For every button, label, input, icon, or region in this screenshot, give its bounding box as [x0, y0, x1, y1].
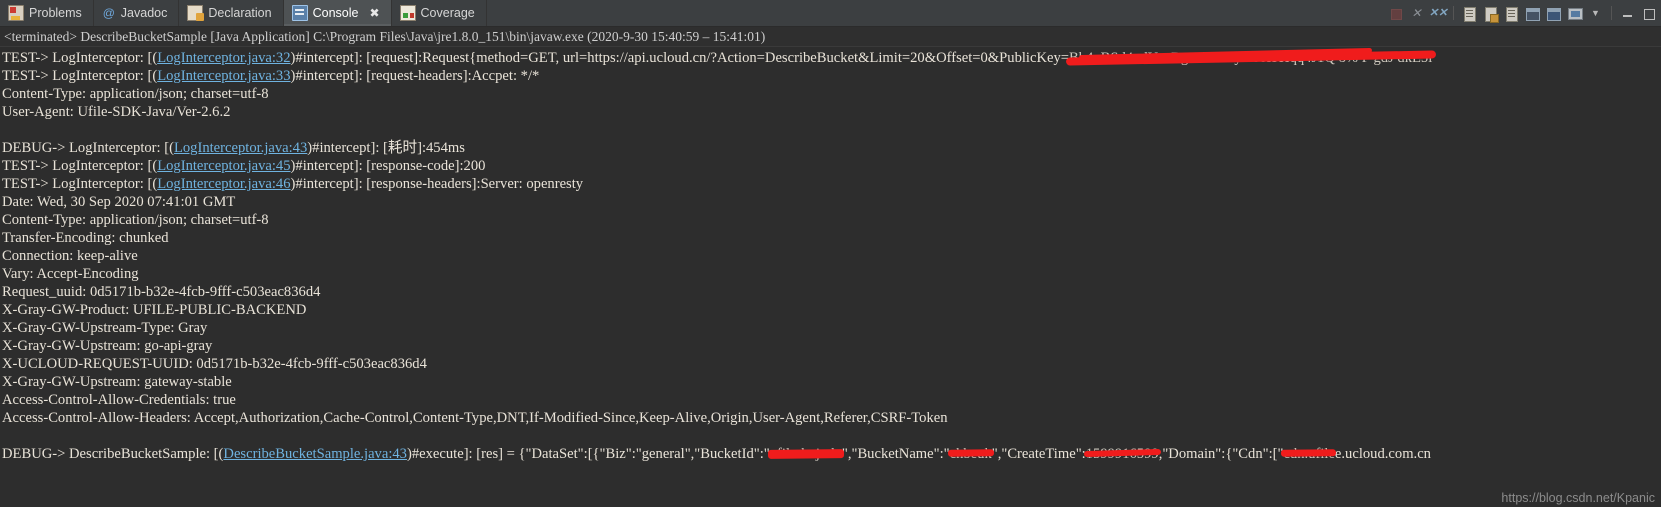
remove-launch-button[interactable]: ✕ — [1408, 5, 1425, 22]
console-line: Date: Wed, 30 Sep 2020 07:41:01 GMT — [2, 194, 236, 210]
console-line: User-Agent: Ufile-SDK-Java/Ver-2.6.2 — [2, 104, 231, 120]
tab-javadoc-label: Javadoc — [120, 6, 168, 20]
line-text: TEST-> LogInterceptor: [( — [2, 50, 158, 66]
stack-link[interactable]: LogInterceptor.java:32 — [157, 50, 290, 66]
pin-console-button[interactable] — [1524, 5, 1541, 22]
console-line: Content-Type: application/json; charset=… — [2, 86, 269, 102]
line-text: )#intercept]: [耗时]:454ms — [307, 140, 465, 156]
line-text: )#execute]: [res] = {"DataSet":[{"Biz":"… — [406, 446, 770, 462]
display-selected-console-button[interactable] — [1545, 5, 1562, 22]
console-line: Content-Type: application/json; charset=… — [2, 212, 269, 228]
watermark: https://blog.csdn.net/Kpanic — [1501, 491, 1655, 505]
maximize-button[interactable] — [1640, 5, 1657, 22]
terminated-process-status: <terminated> DescribeBucketSample [Java … — [0, 27, 1661, 47]
console-line: TEST-> LogInterceptor: [(LogInterceptor.… — [2, 49, 1661, 67]
console-line: Vary: Accept-Encoding — [2, 266, 139, 282]
console-line: DEBUG-> DescribeBucketSample: [(Describe… — [2, 445, 1661, 463]
redacted-cdn-domain: cdn.ufile — [1283, 446, 1335, 462]
console-line: Access-Control-Allow-Credentials: true — [2, 392, 236, 408]
clear-console-button[interactable] — [1461, 5, 1478, 22]
line-text: )#intercept]: [request-headers]:Accpet: … — [290, 68, 540, 84]
console-line: Transfer-Encoding: chunked — [2, 230, 169, 246]
line-text: TEST-> LogInterceptor: [( — [2, 176, 158, 192]
line-text: DEBUG-> DescribeBucketSample: [( — [2, 446, 224, 462]
console-line: TEST-> LogInterceptor: [(LogInterceptor.… — [2, 157, 1661, 175]
stack-link[interactable]: LogInterceptor.java:46 — [157, 176, 290, 192]
open-console-button[interactable] — [1566, 5, 1583, 22]
redacted-create-time: 1599916599 — [1085, 446, 1159, 462]
tab-coverage-label: Coverage — [420, 6, 475, 20]
line-text: TEST-> LogInterceptor: [( — [2, 158, 158, 174]
console-line: TEST-> LogInterceptor: [(LogInterceptor.… — [2, 175, 1661, 193]
eclipse-console-view: Problems @ Javadoc Declaration Console ✖… — [0, 0, 1661, 507]
redacted-bucket-id: ufile-bnjudn — [769, 446, 842, 462]
toolbar-separator-2 — [1611, 6, 1612, 20]
line-text: DEBUG-> LogInterceptor: [( — [2, 140, 174, 156]
line-text: )#intercept]: [response-headers]:Server:… — [290, 176, 584, 192]
scroll-lock-button[interactable] — [1482, 5, 1499, 23]
console-line: X-Gray-GW-Product: UFILE-PUBLIC-BACKEND — [2, 302, 307, 318]
console-line: X-Gray-GW-Upstream-Type: Gray — [2, 320, 208, 336]
tab-console[interactable]: Console ✖ — [283, 0, 392, 26]
console-line: X-Gray-GW-Upstream: go-api-gray — [2, 338, 213, 354]
tab-bar-filler — [487, 0, 1387, 26]
line-text: ","BucketName":" — [841, 446, 950, 462]
stack-link[interactable]: LogInterceptor.java:45 — [157, 158, 290, 174]
tab-problems-label: Problems — [29, 6, 82, 20]
line-text: ","CreateTime": — [991, 446, 1086, 462]
line-text: )#intercept]: [response-code]:200 — [290, 158, 486, 174]
close-icon[interactable]: ✖ — [369, 7, 379, 19]
line-text: )#intercept]: [request]:Request{method=G… — [290, 50, 1069, 66]
console-line: Request_uuid: 0d5171b-b32e-4fcb-9fff-c50… — [2, 284, 321, 300]
redacted-public-key: Bb4uBSd4odYsnRgn4l0BKyOoolSHqq4J1Q 8% F … — [1069, 50, 1433, 66]
tab-console-label: Console — [312, 6, 359, 20]
minimize-button[interactable] — [1619, 5, 1636, 22]
stack-link[interactable]: LogInterceptor.java:43 — [174, 140, 307, 156]
stack-link[interactable]: DescribeBucketSample.java:43 — [223, 446, 407, 462]
console-line: DEBUG-> LogInterceptor: [(LogInterceptor… — [2, 139, 1661, 157]
line-text: ,"Domain":{"Cdn":[" — [1158, 446, 1284, 462]
terminate-button[interactable] — [1387, 5, 1404, 22]
console-toolbar: ✕ ✕✕ ▼ — [1387, 0, 1661, 26]
tab-declaration-label: Declaration — [208, 6, 272, 20]
tab-coverage[interactable]: Coverage — [392, 0, 487, 26]
tab-problems[interactable]: Problems — [0, 0, 94, 26]
line-text: TEST-> LogInterceptor: [( — [2, 68, 158, 84]
console-line: TEST-> LogInterceptor: [(LogInterceptor.… — [2, 67, 1661, 85]
console-output-area[interactable]: TEST-> LogInterceptor: [(LogInterceptor.… — [0, 47, 1661, 507]
redacted-bucket-name: chbeuk — [949, 446, 992, 462]
console-icon — [291, 5, 308, 21]
console-line: X-UCLOUD-REQUEST-UUID: 0d5171b-b32e-4fcb… — [2, 356, 427, 372]
chevron-down-icon[interactable]: ▼ — [1587, 5, 1604, 22]
view-tab-bar: Problems @ Javadoc Declaration Console ✖… — [0, 0, 1661, 27]
word-wrap-button[interactable] — [1503, 5, 1520, 22]
coverage-icon — [399, 5, 416, 21]
problems-icon — [8, 5, 24, 21]
toolbar-separator-1 — [1453, 6, 1454, 20]
line-text: e.ucloud.com.cn — [1334, 446, 1431, 462]
javadoc-icon: @ — [102, 6, 115, 20]
remove-all-terminated-launches-button[interactable]: ✕✕ — [1429, 5, 1447, 22]
console-line: Access-Control-Allow-Headers: Accept,Aut… — [2, 410, 948, 426]
tab-declaration[interactable]: Declaration — [179, 0, 284, 26]
stack-link[interactable]: LogInterceptor.java:33 — [157, 68, 290, 84]
declaration-icon — [187, 5, 205, 21]
console-line: Connection: keep-alive — [2, 248, 138, 264]
tab-javadoc[interactable]: @ Javadoc — [94, 0, 180, 26]
console-line: X-Gray-GW-Upstream: gateway-stable — [2, 374, 232, 390]
